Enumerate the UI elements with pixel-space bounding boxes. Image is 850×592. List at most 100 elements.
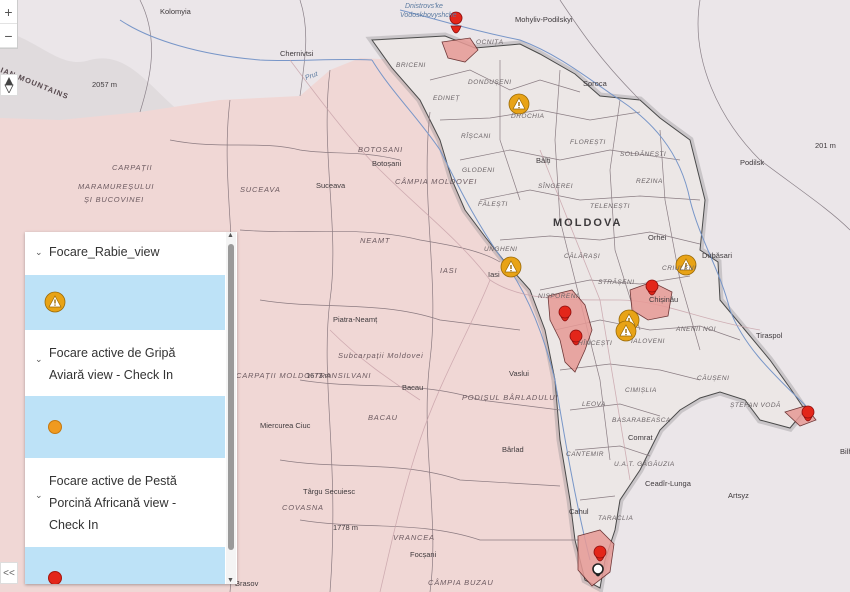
label-city: Mohyliv-Podilskyi (515, 15, 573, 24)
label-water: Vodoskhovyshche (400, 12, 457, 19)
label-district: BASARABEASCA (612, 417, 671, 424)
label-city: Suceava (316, 181, 346, 190)
label-city: Comrat (628, 433, 654, 442)
label-district: CRIULENI (662, 265, 696, 272)
label-district: TELENEȘTI (590, 203, 630, 210)
label-elevation: 1778 m (333, 523, 358, 532)
label-district: ANENII NOI (675, 326, 716, 333)
label-city: Miercurea Ciuc (260, 421, 311, 430)
warning-triangle-icon (44, 291, 66, 313)
label-region: NEAMT (360, 236, 391, 245)
label-city: Chișinău (649, 295, 678, 304)
legend-layer-header[interactable]: ⌄ Focare_Rabie_view (25, 241, 225, 263)
label-district: SOLDĂNEȘTI (620, 149, 666, 158)
label-district: ȘTEFAN VODĂ (730, 400, 781, 409)
label-city: Brasov (235, 579, 259, 588)
chevron-down-icon: ⌄ (35, 354, 43, 364)
label-city: Bilh (840, 447, 850, 456)
label-elevation: 201 m (815, 141, 836, 150)
legend-symbol-row (25, 396, 225, 458)
label-city: Cahul (569, 507, 589, 516)
label-city: Focșani (410, 550, 437, 559)
label-district: TARACLIA (598, 515, 633, 522)
legend-symbol-row (25, 275, 225, 330)
legend-layer-title: Focare_Rabie_view (49, 245, 160, 259)
label-district: CIMIȘLIA (625, 387, 657, 394)
label-elevation: 2057 m (92, 80, 117, 89)
label-water: Dnistrovs'ke (405, 3, 443, 10)
map-marker-warning[interactable] (500, 256, 522, 278)
label-region: CÂMPIA BUZAU (428, 578, 494, 587)
label-district: EDINEȚ (433, 95, 460, 102)
label-region: SUCEAVA (240, 185, 281, 194)
label-district: CANTEMIR (566, 451, 604, 458)
label-region: VRANCEA (393, 533, 435, 542)
label-district: CĂUȘENI (697, 373, 729, 382)
label-district: REZINA (636, 178, 663, 185)
label-region: BACAU (368, 413, 398, 422)
label-district: UNGHENI (484, 246, 517, 253)
legend-symbol-row (25, 547, 225, 584)
map-marker-warning[interactable] (508, 93, 530, 115)
compass-icon (4, 77, 14, 93)
label-region: CARPAȚII MOLDO-TRANSILVANI (236, 371, 371, 380)
label-city: Chernivtsi (280, 49, 314, 58)
label-district: LEOVA (582, 401, 606, 408)
legend-layer-title: Focare active de Gripă Aviară view - Che… (49, 346, 176, 382)
label-district: FĂLEȘTI (478, 199, 508, 208)
legend-layer-header[interactable]: ⌄ Focare active de Pestă Porcină African… (25, 470, 225, 536)
label-city: Podilsk (740, 158, 764, 167)
zoom-in-button[interactable]: + (0, 0, 17, 24)
zoom-control: + − (0, 0, 18, 49)
scroll-down-icon[interactable]: ▼ (227, 577, 234, 584)
label-city: Tiraspol (756, 331, 783, 340)
legend-panel: ⌄ Focare_Rabie_view ⌄ Focare active de G… (25, 232, 237, 584)
label-country: MOLDOVA (553, 217, 622, 229)
label-region: BOTOSANI (358, 145, 403, 154)
label-district: OCNIȚA (476, 39, 504, 46)
collapse-panel-button[interactable]: << (0, 562, 18, 584)
label-city: Ceadîr-Lunga (645, 479, 692, 488)
label-district: U.A.T. GĂGĂUZIA (614, 459, 675, 468)
label-district: CĂLĂRAȘI (564, 251, 600, 260)
label-district: GLODENI (462, 167, 495, 174)
label-city: Botoșani (372, 159, 402, 168)
red-dot-icon (48, 571, 62, 584)
zoom-out-button[interactable]: − (0, 24, 17, 48)
legend-layer-header[interactable]: ⌄ Focare active de Gripă Aviară view - C… (25, 342, 225, 386)
legend-layer-title: Focare active de Pestă Porcină Africană … (49, 474, 177, 532)
label-city: Bârlad (502, 445, 524, 454)
label-district: HÎNCEȘTI (578, 338, 612, 347)
label-city: Piatra-Neamț (333, 315, 378, 324)
orange-dot-icon (48, 420, 62, 434)
label-city: Iasi (488, 270, 500, 279)
label-district: NISPORENI (538, 293, 578, 300)
scroll-up-icon[interactable]: ▲ (227, 232, 234, 239)
label-region: CÂMPIA MOLDOVEI (395, 177, 477, 186)
label-district: BRICENI (396, 62, 426, 69)
label-district: SÎNGEREI (538, 181, 573, 190)
label-city: Orhei (648, 233, 667, 242)
label-district: RÎȘCANI (461, 131, 491, 140)
label-city: Soroca (583, 79, 608, 88)
label-district: DONDUȘENI (468, 79, 512, 86)
label-district: DROCHIA (511, 113, 544, 120)
label-city: Târgu Secuiesc (303, 487, 355, 496)
legend-scrollbar[interactable]: ▲ ▼ (226, 232, 236, 584)
label-city: Kolomyia (160, 7, 192, 16)
scrollbar-thumb[interactable] (228, 244, 234, 550)
label-region: Subcarpații Moldovei (338, 351, 424, 360)
chevron-down-icon: ⌄ (35, 490, 43, 500)
chevron-down-icon: ⌄ (35, 247, 43, 257)
label-district: IALOVENI (631, 338, 665, 345)
compass-button[interactable] (0, 74, 18, 96)
label-region: IASI (440, 266, 457, 275)
label-region: COVASNA (282, 503, 324, 512)
label-region: PODIȘUL BÂRLADULUI (462, 393, 558, 402)
label-district: STRĂȘENI (598, 277, 635, 286)
label-city: Vaslui (509, 369, 529, 378)
label-city: Bacau (402, 383, 423, 392)
label-city: Bălți (536, 156, 551, 165)
label-district: FLOREȘTI (570, 139, 606, 146)
label-city: Dubăsari (702, 251, 732, 260)
